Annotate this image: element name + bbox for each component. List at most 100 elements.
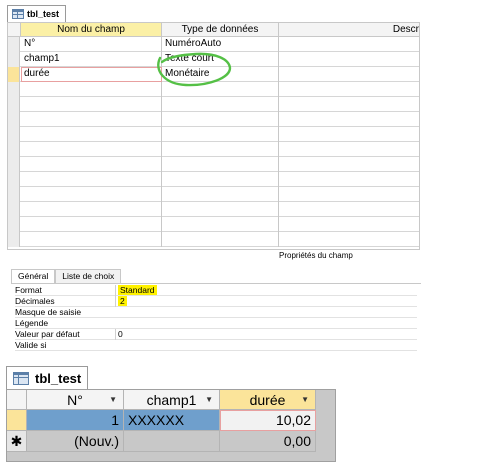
property-row-input-mask[interactable]: Masque de saisie	[15, 307, 417, 318]
row-selector[interactable]	[8, 232, 20, 247]
column-header-field-name[interactable]: Nom du champ	[21, 23, 162, 37]
design-grid-header: Nom du champ Type de données Descr	[8, 23, 419, 37]
column-header-duree[interactable]: durée ▼	[220, 390, 316, 410]
empty-cell[interactable]	[162, 112, 279, 127]
empty-cell[interactable]	[21, 157, 162, 172]
empty-row[interactable]	[8, 97, 419, 112]
property-row-decimals[interactable]: Décimales 2	[15, 296, 417, 307]
empty-row[interactable]	[8, 217, 419, 232]
cell-id-new[interactable]: (Nouv.)	[27, 431, 124, 452]
empty-cell[interactable]	[21, 82, 162, 97]
field-name-cell[interactable]: N°	[21, 37, 162, 52]
row-selector[interactable]	[8, 187, 20, 202]
empty-cell[interactable]	[162, 97, 279, 112]
cell-champ1-new[interactable]	[124, 431, 220, 452]
dropdown-arrow-icon[interactable]: ▼	[301, 390, 309, 410]
field-properties-body: Format Standard Décimales 2 Masque de sa…	[11, 283, 421, 352]
empty-cell[interactable]	[162, 157, 279, 172]
property-label: Valide si	[15, 340, 47, 350]
tab-lookup[interactable]: Liste de choix	[55, 269, 122, 283]
field-name-cell[interactable]: champ1	[21, 52, 162, 67]
property-row-caption[interactable]: Légende	[15, 318, 417, 329]
empty-row[interactable]	[8, 172, 419, 187]
empty-cell[interactable]	[21, 217, 162, 232]
empty-cell[interactable]	[162, 187, 279, 202]
design-grid-rows: N° NuméroAuto champ1 Texte court durée M…	[8, 37, 419, 249]
empty-cell[interactable]	[162, 232, 279, 247]
column-header-id[interactable]: N° ▼	[27, 390, 124, 410]
empty-cell[interactable]	[162, 142, 279, 157]
table-icon	[12, 9, 24, 19]
tab-general[interactable]: Général	[11, 269, 56, 283]
description-cell[interactable]	[279, 37, 419, 52]
column-header-description[interactable]: Descr	[279, 23, 419, 37]
empty-cell[interactable]	[21, 97, 162, 112]
empty-cell[interactable]	[21, 127, 162, 142]
data-type-cell[interactable]: Texte court	[162, 52, 279, 67]
cell-id[interactable]: 1	[27, 410, 124, 431]
empty-cell[interactable]	[21, 142, 162, 157]
table-icon	[13, 371, 29, 385]
row-selector[interactable]	[8, 157, 20, 172]
empty-row[interactable]	[8, 82, 419, 97]
row-selector[interactable]	[8, 172, 20, 187]
empty-cell[interactable]	[162, 202, 279, 217]
empty-row[interactable]	[8, 187, 419, 202]
empty-cell[interactable]	[21, 232, 162, 247]
new-record-selector[interactable]: ✱	[7, 431, 27, 452]
empty-row[interactable]	[8, 232, 419, 247]
property-row-default-value[interactable]: Valeur par défaut 0	[15, 329, 417, 340]
empty-cell[interactable]	[21, 112, 162, 127]
property-value[interactable]: Standard	[115, 285, 417, 296]
row-selector[interactable]	[8, 112, 20, 127]
empty-cell[interactable]	[21, 187, 162, 202]
row-selector[interactable]	[8, 82, 20, 97]
empty-cell[interactable]	[21, 202, 162, 217]
row-selector[interactable]	[8, 97, 20, 112]
empty-cell[interactable]	[162, 82, 279, 97]
field-name-cell[interactable]: durée	[21, 67, 162, 82]
empty-cell[interactable]	[21, 172, 162, 187]
row-selector-current[interactable]	[8, 67, 20, 82]
cell-duree-new[interactable]: 0,00	[220, 431, 316, 452]
property-row-format[interactable]: Format Standard	[15, 285, 417, 296]
design-object-tab[interactable]: tbl_test	[7, 5, 67, 22]
row-selector[interactable]	[8, 52, 20, 67]
column-header-data-type[interactable]: Type de données	[162, 23, 279, 37]
empty-row[interactable]	[8, 127, 419, 142]
empty-row[interactable]	[8, 157, 419, 172]
row-selector[interactable]	[8, 202, 20, 217]
field-row-current[interactable]: durée Monétaire	[8, 67, 419, 82]
dropdown-arrow-icon[interactable]: ▼	[205, 390, 213, 410]
column-header-champ1[interactable]: champ1 ▼	[124, 390, 220, 410]
data-type-cell[interactable]: Monétaire	[162, 67, 279, 82]
dropdown-arrow-icon[interactable]: ▼	[109, 390, 117, 410]
empty-row[interactable]	[8, 202, 419, 217]
row-selector[interactable]	[8, 37, 20, 52]
select-all-corner[interactable]	[7, 390, 27, 410]
datasheet-object-tab[interactable]: tbl_test	[6, 366, 88, 389]
field-row[interactable]: N° NuméroAuto	[8, 37, 419, 52]
datasheet-view: tbl_test N° ▼ champ1 ▼ durée ▼ 1 XXXXXX …	[6, 366, 336, 462]
row-selector[interactable]	[8, 142, 20, 157]
column-header-label: N°	[67, 392, 83, 408]
description-cell[interactable]	[279, 52, 419, 67]
cell-champ1[interactable]: XXXXXX	[124, 410, 220, 431]
description-cell[interactable]	[279, 67, 419, 82]
row-selector[interactable]	[8, 127, 20, 142]
empty-row[interactable]	[8, 142, 419, 157]
empty-cell[interactable]	[162, 127, 279, 142]
empty-cell[interactable]	[162, 217, 279, 232]
record-selector[interactable]	[7, 410, 27, 431]
property-value[interactable]: 2	[115, 296, 417, 307]
data-type-cell[interactable]: NuméroAuto	[162, 37, 279, 52]
property-value[interactable]: 0	[115, 329, 417, 340]
empty-row[interactable]	[8, 112, 419, 127]
cell-duree[interactable]: 10,02	[220, 410, 316, 431]
property-label: Masque de saisie	[15, 307, 82, 317]
property-row-validation-rule[interactable]: Valide si	[15, 340, 417, 351]
field-properties-title: Propriétés du champ	[279, 251, 353, 260]
row-selector[interactable]	[8, 217, 20, 232]
field-row[interactable]: champ1 Texte court	[8, 52, 419, 67]
empty-cell[interactable]	[162, 172, 279, 187]
